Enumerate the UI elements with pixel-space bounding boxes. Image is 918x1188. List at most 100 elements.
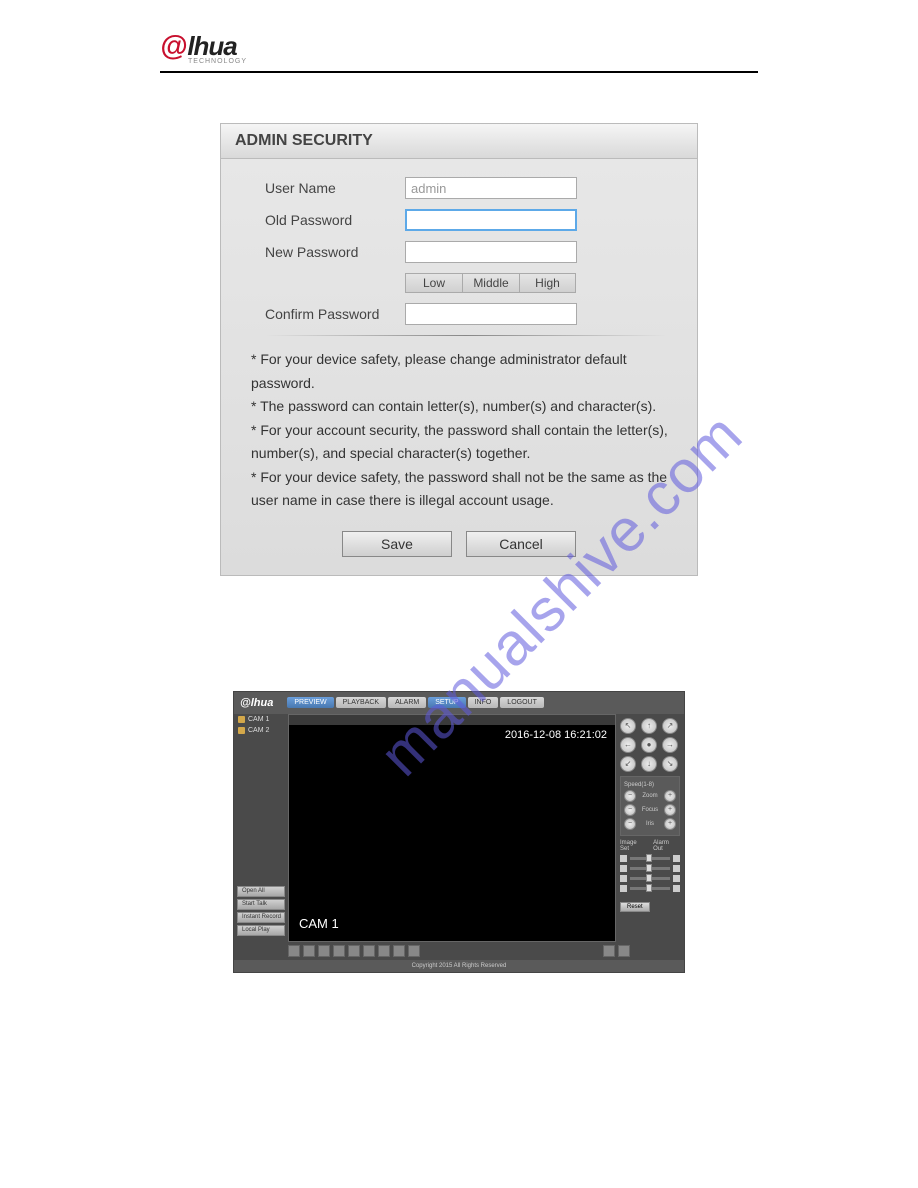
page-header: @ lhua TECHNOLOGY [160, 30, 758, 73]
minus-icon[interactable]: − [624, 818, 636, 830]
ptz-down-icon[interactable]: ↓ [641, 756, 657, 772]
form-section: User Name Old Password New Password Low … [221, 159, 697, 336]
camera-icon [238, 727, 245, 734]
nvr-interface: @lhua PREVIEW PLAYBACK ALARM SETUP INFO … [233, 691, 685, 973]
left-button-group: Open All Start Talk Instant Record Local… [237, 886, 285, 938]
ptz-direction-pad: ↖ ↑ ↗ ← ● → ↙ ↓ ↘ [620, 718, 680, 772]
nvr-footer: Copyright 2015 All Rights Reserved [234, 960, 684, 972]
ptz-downright-icon[interactable]: ↘ [662, 756, 678, 772]
slider[interactable] [630, 867, 670, 870]
layout-icon[interactable] [363, 945, 375, 957]
logo-subtext: TECHNOLOGY [188, 58, 758, 65]
oldpassword-label: Old Password [265, 212, 405, 228]
nvr-topbar: @lhua PREVIEW PLAYBACK ALARM SETUP INFO … [234, 692, 684, 714]
confirmpassword-input[interactable] [405, 303, 577, 325]
newpassword-label: New Password [265, 244, 405, 260]
oldpassword-row: Old Password [265, 209, 667, 231]
plus-icon[interactable] [673, 885, 680, 892]
tree-label: CAM 2 [248, 727, 269, 734]
video-titlebar [289, 715, 615, 725]
tree-item[interactable]: CAM 2 [234, 725, 288, 736]
ptz-upleft-icon[interactable]: ↖ [620, 718, 636, 734]
video-window[interactable]: 2016-12-08 16:21:02 CAM 1 [288, 714, 616, 942]
plus-icon[interactable] [673, 865, 680, 872]
confirmpassword-row: Confirm Password [265, 303, 667, 325]
minus-icon[interactable]: − [624, 790, 636, 802]
dialog-buttons: Save Cancel [221, 527, 697, 575]
contrast-icon [620, 865, 627, 872]
ptz-controls-box: Speed(1-8) − Zoom + − Focus + − Iris + [620, 776, 680, 836]
tab-alarm[interactable]: ALARM [388, 697, 426, 708]
ptz-left-icon[interactable]: ← [620, 737, 636, 753]
camera-icon [238, 716, 245, 723]
newpassword-input[interactable] [405, 241, 577, 263]
slider[interactable] [630, 857, 670, 860]
layout-icon[interactable] [333, 945, 345, 957]
admin-security-dialog: ADMIN SECURITY User Name Old Password Ne… [220, 123, 698, 576]
strength-middle: Middle [462, 273, 519, 293]
slider[interactable] [630, 887, 670, 890]
ptz-panel: ↖ ↑ ↗ ← ● → ↙ ↓ ↘ Speed(1-8) − Zoom + − [616, 714, 684, 942]
newpassword-row: New Password [265, 241, 667, 263]
starttalk-button[interactable]: Start Talk [237, 899, 285, 910]
layout-icon[interactable] [318, 945, 330, 957]
save-button[interactable]: Save [342, 531, 452, 557]
ptz-center-icon[interactable]: ● [641, 737, 657, 753]
tab-playback[interactable]: PLAYBACK [336, 697, 386, 708]
minus-icon[interactable]: − [624, 804, 636, 816]
tab-alarmout[interactable]: Alarm Out [653, 840, 680, 852]
oldpassword-input[interactable] [405, 209, 577, 231]
image-sliders [620, 855, 680, 892]
ptz-downleft-icon[interactable]: ↙ [620, 756, 636, 772]
password-strength-meter: Low Middle High [405, 273, 667, 293]
plus-icon[interactable] [673, 855, 680, 862]
nvr-body: CAM 1 CAM 2 Open All Start Talk Instant … [234, 714, 684, 942]
strength-low: Low [405, 273, 462, 293]
tab-logout[interactable]: LOGOUT [500, 697, 544, 708]
ptz-up-icon[interactable]: ↑ [641, 718, 657, 734]
nvr-logo: @lhua [240, 697, 273, 709]
openall-button[interactable]: Open All [237, 886, 285, 897]
tab-preview[interactable]: PREVIEW [287, 697, 333, 708]
plus-icon[interactable] [673, 875, 680, 882]
slider-row [620, 885, 680, 892]
ptz-right-icon[interactable]: → [662, 737, 678, 753]
right-tabs: Image Set Alarm Out [620, 840, 680, 852]
reset-button[interactable]: Reset [620, 902, 650, 912]
saturation-icon [620, 875, 627, 882]
tab-imageset[interactable]: Image Set [620, 840, 647, 852]
video-timestamp: 2016-12-08 16:21:02 [505, 729, 607, 741]
localplay-button[interactable]: Local Play [237, 925, 285, 936]
username-label: User Name [265, 180, 405, 196]
tab-info[interactable]: INFO [468, 697, 499, 708]
cancel-button[interactable]: Cancel [466, 531, 576, 557]
layout-icon[interactable] [378, 945, 390, 957]
plus-icon[interactable]: + [664, 818, 676, 830]
slider-row [620, 875, 680, 882]
tool-icon[interactable] [618, 945, 630, 957]
layout-icon[interactable] [393, 945, 405, 957]
layout-icon[interactable] [303, 945, 315, 957]
layout-icon[interactable] [288, 945, 300, 957]
nvr-channel-tree: CAM 1 CAM 2 Open All Start Talk Instant … [234, 714, 288, 942]
tab-setup[interactable]: SETUP [428, 697, 465, 708]
note-line: * For your account security, the passwor… [251, 419, 672, 466]
speed-row: Speed(1-8) [624, 782, 676, 788]
nvr-toolbar [234, 942, 684, 960]
logo-symbol: @ [160, 30, 187, 62]
iris-row: − Iris + [624, 818, 676, 830]
ptz-upright-icon[interactable]: ↗ [662, 718, 678, 734]
slider[interactable] [630, 877, 670, 880]
tree-item[interactable]: CAM 1 [234, 714, 288, 725]
fullscreen-icon[interactable] [603, 945, 615, 957]
plus-icon[interactable]: + [664, 790, 676, 802]
confirmpassword-label: Confirm Password [265, 306, 405, 322]
zoom-row: − Zoom + [624, 790, 676, 802]
note-line: * The password can contain letter(s), nu… [251, 395, 672, 419]
username-input[interactable] [405, 177, 577, 199]
plus-icon[interactable]: + [664, 804, 676, 816]
layout-icon[interactable] [348, 945, 360, 957]
layout-icon[interactable] [408, 945, 420, 957]
instrecord-button[interactable]: Instant Record [237, 912, 285, 923]
focus-row: − Focus + [624, 804, 676, 816]
